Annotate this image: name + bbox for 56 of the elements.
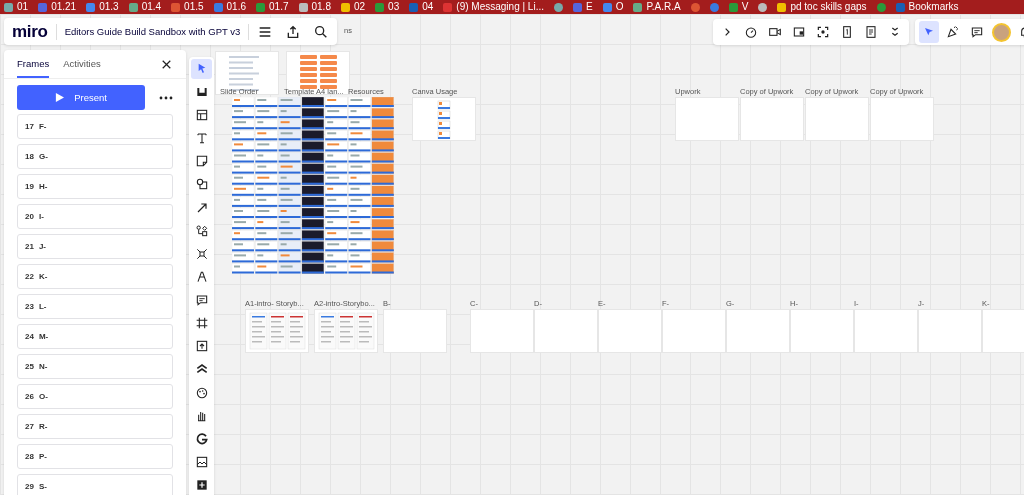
bookmark-label[interactable]: P.A.R.A (646, 1, 681, 13)
frame-list-item[interactable]: 21 J- (17, 234, 173, 259)
bookmark-label[interactable]: 01.5 (184, 1, 204, 13)
play-icon (55, 93, 65, 102)
bookmark-icon[interactable] (171, 2, 181, 12)
frame[interactable] (314, 309, 378, 353)
bookmark-label[interactable]: Bookmarks (908, 1, 959, 13)
frame-list-item[interactable]: 25 N- (17, 354, 173, 379)
more-options-icon[interactable] (159, 95, 173, 100)
frame-list-item[interactable]: 22 K- (17, 264, 173, 289)
bookmark-label[interactable]: O (615, 1, 624, 13)
bookmark-icon[interactable] (602, 2, 612, 12)
document-pages-drawing (248, 311, 306, 351)
bookmark-label[interactable]: 01.7 (269, 1, 289, 13)
logo[interactable]: miro (12, 21, 48, 42)
bookmark-label[interactable]: 04 (422, 1, 434, 13)
panel-tab[interactable]: Frames (17, 50, 50, 78)
bookmark-label[interactable]: 01.3 (99, 1, 119, 13)
bookmark-label[interactable]: (9) Messaging | Li... (456, 1, 544, 13)
bookmark-icon[interactable] (633, 2, 643, 12)
frame-list-item[interactable]: 19 H- (17, 174, 173, 199)
bookmark-label[interactable]: pd toc skills gaps (790, 1, 867, 13)
bookmark-label[interactable]: 03 (388, 1, 400, 13)
frame[interactable] (412, 97, 476, 141)
present-button[interactable]: Present (17, 85, 145, 110)
bookmark-icon[interactable] (340, 2, 350, 12)
bookmark-label[interactable]: E (586, 1, 593, 13)
document-pages-drawing (317, 311, 375, 351)
frame-list-item[interactable]: 24 M- (17, 324, 173, 349)
frame-list-item[interactable]: 18 G- (17, 144, 173, 169)
frame-list-item[interactable]: 23 L- (17, 294, 173, 319)
panel-tab[interactable]: Activities (63, 50, 101, 78)
frame-list-item[interactable]: 29 S- (17, 474, 173, 495)
bookmark-label[interactable]: V (741, 1, 749, 13)
bookmark-label[interactable]: 01 (17, 1, 29, 13)
bookmark-icon[interactable] (256, 2, 266, 12)
frame-list-item[interactable]: 20 I- (17, 204, 173, 229)
bookmark-label[interactable]: 02 (353, 1, 366, 13)
slide-thumbnails-drawing (437, 99, 451, 139)
bookmark-icon[interactable] (375, 2, 385, 12)
frame-list-item[interactable]: 27 R- (17, 414, 173, 439)
board-title[interactable]: Editors Guide Build Sandbox with GPT v3 (64, 26, 241, 37)
frame[interactable] (245, 309, 309, 353)
bookmark-label[interactable]: 01.21 (51, 1, 77, 13)
bookmark-label[interactable]: 01.4 (141, 1, 162, 13)
frame[interactable] (286, 51, 350, 95)
bookmark-label[interactable]: 01.8 (311, 1, 331, 13)
frame-list-item[interactable]: 26 O- (17, 384, 173, 409)
bookmark-icon[interactable] (86, 2, 96, 12)
bookmark-icon[interactable] (298, 2, 308, 12)
frame-list-item[interactable]: 17 F- (17, 114, 173, 139)
frame-list-item[interactable]: 28 P- (17, 444, 173, 469)
bookmark-icon[interactable] (213, 2, 223, 12)
bookmark-icon[interactable] (4, 2, 13, 12)
bookmark-label[interactable]: 01.6 (226, 1, 247, 13)
bookmark-icon[interactable] (128, 2, 138, 12)
